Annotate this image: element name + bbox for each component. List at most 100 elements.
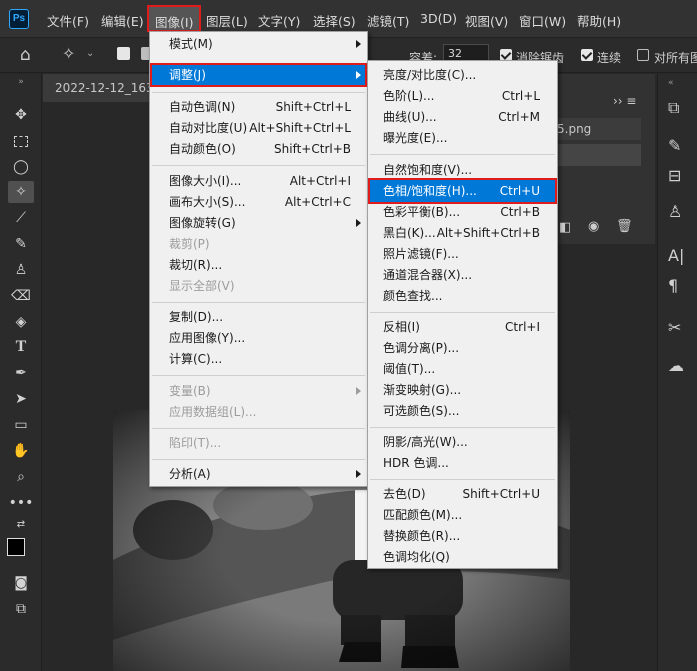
menu-item-analysis[interactable]: 分析(A) xyxy=(150,464,367,485)
right-panel-strip: « ⧉ ✎ ⊟ ♙ A| ¶ ✂ ☁ xyxy=(657,74,697,671)
menu-item-channel-mixer[interactable]: 通道混合器(X)... xyxy=(368,265,557,286)
menu-item-trim[interactable]: 裁切(R)... xyxy=(150,255,367,276)
menu-item-black-white[interactable]: 黑白(K)... Alt+Shift+Ctrl+B xyxy=(368,223,557,244)
history-panel-icon[interactable]: ⧉ xyxy=(668,98,679,118)
menu-item-duplicate[interactable]: 复制(D)... xyxy=(150,307,367,328)
brush-tool-icon[interactable]: ✎ xyxy=(8,233,34,255)
magic-wand-icon[interactable]: ✧ xyxy=(62,46,75,62)
menu-item-levels[interactable]: 色阶(L)... Ctrl+L xyxy=(368,86,557,107)
screen-mode-icon[interactable]: ⧉ xyxy=(8,598,34,620)
document-tab[interactable]: 2022-12-12_163 xyxy=(55,81,154,95)
menu-item-hdr-toning[interactable]: HDR 色调... xyxy=(368,453,557,474)
menu-item-image-rotation[interactable]: 图像旋转(G) xyxy=(150,213,367,234)
adjust-panel-icon[interactable]: ⊟ xyxy=(668,166,681,185)
hand-tool-icon[interactable]: ✋ xyxy=(8,440,34,462)
menu-layer[interactable]: 图层(L) xyxy=(206,11,248,30)
menu-item-match-color[interactable]: 匹配颜色(M)... xyxy=(368,505,557,526)
menu-view[interactable]: 视图(V) xyxy=(465,11,508,30)
menu-3d[interactable]: 3D(D) xyxy=(420,11,457,26)
menu-item-equalize[interactable]: 色调均化(Q) xyxy=(368,547,557,568)
menu-item-invert[interactable]: 反相(I) Ctrl+I xyxy=(368,317,557,338)
collapse-icon[interactable]: » xyxy=(8,76,34,88)
home-icon[interactable]: ⌂ xyxy=(20,47,31,64)
quick-mask-icon[interactable]: ◙ xyxy=(8,572,34,594)
menu-file[interactable]: 文件(F) xyxy=(47,11,89,30)
menu-item-auto-contrast[interactable]: 自动对比度(U) Alt+Shift+Ctrl+L xyxy=(150,118,367,139)
menu-item-canvas-size[interactable]: 画布大小(S)... Alt+Ctrl+C xyxy=(150,192,367,213)
menu-item-shadows-highlights[interactable]: 阴影/高光(W)... xyxy=(368,432,557,453)
type-tool-icon[interactable]: T xyxy=(8,336,34,358)
menu-item-gradient-map[interactable]: 渐变映射(G)... xyxy=(368,380,557,401)
eyedropper-tool-icon[interactable]: ⟋ xyxy=(8,207,34,229)
menu-type[interactable]: 文字(Y) xyxy=(258,11,300,30)
layers-panel-partial: ›› ≡ 5.png ◧ ◉ 🗑 xyxy=(555,74,655,244)
path-select-tool-icon[interactable]: ➤ xyxy=(8,388,34,410)
menu-separator xyxy=(152,428,365,429)
menu-item-auto-tone[interactable]: 自动色调(N) Shift+Ctrl+L xyxy=(150,97,367,118)
menu-window[interactable]: 窗口(W) xyxy=(519,11,566,30)
stamp-panel-icon[interactable]: ♙ xyxy=(668,202,682,221)
brush-panel-icon[interactable]: ✎ xyxy=(668,136,681,155)
contiguous-checkbox[interactable] xyxy=(581,49,593,61)
rectangle-tool-icon[interactable]: ▭ xyxy=(8,414,34,436)
menu-item-threshold[interactable]: 阈值(T)... xyxy=(368,359,557,380)
menu-edit[interactable]: 编辑(E) xyxy=(101,11,144,30)
menu-item-brightness-contrast[interactable]: 亮度/对比度(C)... xyxy=(368,65,557,86)
trash-icon[interactable]: 🗑 xyxy=(616,219,633,234)
document-tab-bar: 2022-12-12_163 xyxy=(43,74,154,102)
menu-separator xyxy=(370,312,555,313)
menu-separator xyxy=(152,375,365,376)
tools-panel-icon[interactable]: ✂ xyxy=(668,318,681,337)
paragraph-panel-icon[interactable]: ¶ xyxy=(668,276,678,295)
move-tool-icon[interactable]: ✥ xyxy=(8,104,34,126)
menu-item-color-lookup[interactable]: 颜色查找... xyxy=(368,286,557,307)
panel-expand-icon[interactable]: « xyxy=(668,78,674,88)
panel-row xyxy=(555,144,641,166)
character-panel-icon[interactable]: A| xyxy=(668,246,684,265)
foreground-color-swatch[interactable] xyxy=(7,538,25,556)
menu-separator xyxy=(370,154,555,155)
menu-separator xyxy=(152,459,365,460)
menu-item-posterize[interactable]: 色调分离(P)... xyxy=(368,338,557,359)
stamp-tool-icon[interactable]: ♙ xyxy=(8,259,34,281)
menu-filter[interactable]: 滤镜(T) xyxy=(367,11,409,30)
chevron-down-icon[interactable]: ⌄ xyxy=(86,49,94,59)
menu-item-image-size[interactable]: 图像大小(I)... Alt+Ctrl+I xyxy=(150,171,367,192)
menu-item-adjustments[interactable]: 调整(J) xyxy=(150,63,367,87)
sample-all-layers-checkbox[interactable] xyxy=(637,49,649,61)
marquee-tool-icon[interactable] xyxy=(8,130,34,152)
pen-tool-icon[interactable]: ✒ xyxy=(8,362,34,384)
lasso-tool-icon[interactable]: ◯ xyxy=(8,156,34,178)
menu-item-color-balance[interactable]: 色彩平衡(B)... Ctrl+B xyxy=(368,202,557,223)
menu-item-apply-image[interactable]: 应用图像(Y)... xyxy=(150,328,367,349)
menu-image[interactable]: 图像(I) xyxy=(147,5,202,32)
paint-bucket-tool-icon[interactable]: ◈ xyxy=(8,311,34,333)
more-tools-icon[interactable]: ••• xyxy=(8,492,34,514)
panel-collapse-icon[interactable]: ›› ≡ xyxy=(613,94,636,108)
zoom-tool-icon[interactable]: ⌕ xyxy=(8,466,34,488)
menu-item-calculations[interactable]: 计算(C)... xyxy=(150,349,367,370)
menu-item-hue-saturation[interactable]: 色相/饱和度(H)... Ctrl+U xyxy=(368,178,557,204)
menu-item-photo-filter[interactable]: 照片滤镜(F)... xyxy=(368,244,557,265)
mask-icon[interactable]: ◧ xyxy=(559,220,571,235)
submenu-arrow-icon xyxy=(356,40,361,48)
menu-separator xyxy=(152,302,365,303)
menu-item-selective-color[interactable]: 可选颜色(S)... xyxy=(368,401,557,422)
menu-help[interactable]: 帮助(H) xyxy=(577,11,621,30)
camera-icon[interactable]: ◉ xyxy=(588,219,599,234)
menu-item-curves[interactable]: 曲线(U)... Ctrl+M xyxy=(368,107,557,128)
magic-wand-tool-icon[interactable]: ✧ xyxy=(8,181,34,203)
swap-colors-icon[interactable]: ⇄ xyxy=(8,514,34,536)
menu-select[interactable]: 选择(S) xyxy=(313,11,356,30)
menu-item-mode[interactable]: 模式(M) xyxy=(150,34,367,55)
menu-item-auto-color[interactable]: 自动颜色(O) Shift+Ctrl+B xyxy=(150,139,367,160)
menu-item-replace-color[interactable]: 替换颜色(R)... xyxy=(368,526,557,547)
menu-item-desaturate[interactable]: 去色(D) Shift+Ctrl+U xyxy=(368,484,557,505)
new-selection-icon[interactable] xyxy=(117,47,130,60)
menu-item-apply-data-set: 应用数据组(L)... xyxy=(169,405,257,419)
menu-separator xyxy=(370,427,555,428)
image-menu: 模式(M) 调整(J) 自动色调(N) Shift+Ctrl+L 自动对比度(U)… xyxy=(149,31,368,487)
menu-item-exposure[interactable]: 曝光度(E)... xyxy=(368,128,557,149)
eraser-tool-icon[interactable]: ⌫ xyxy=(8,285,34,307)
libraries-panel-icon[interactable]: ☁ xyxy=(668,356,684,375)
